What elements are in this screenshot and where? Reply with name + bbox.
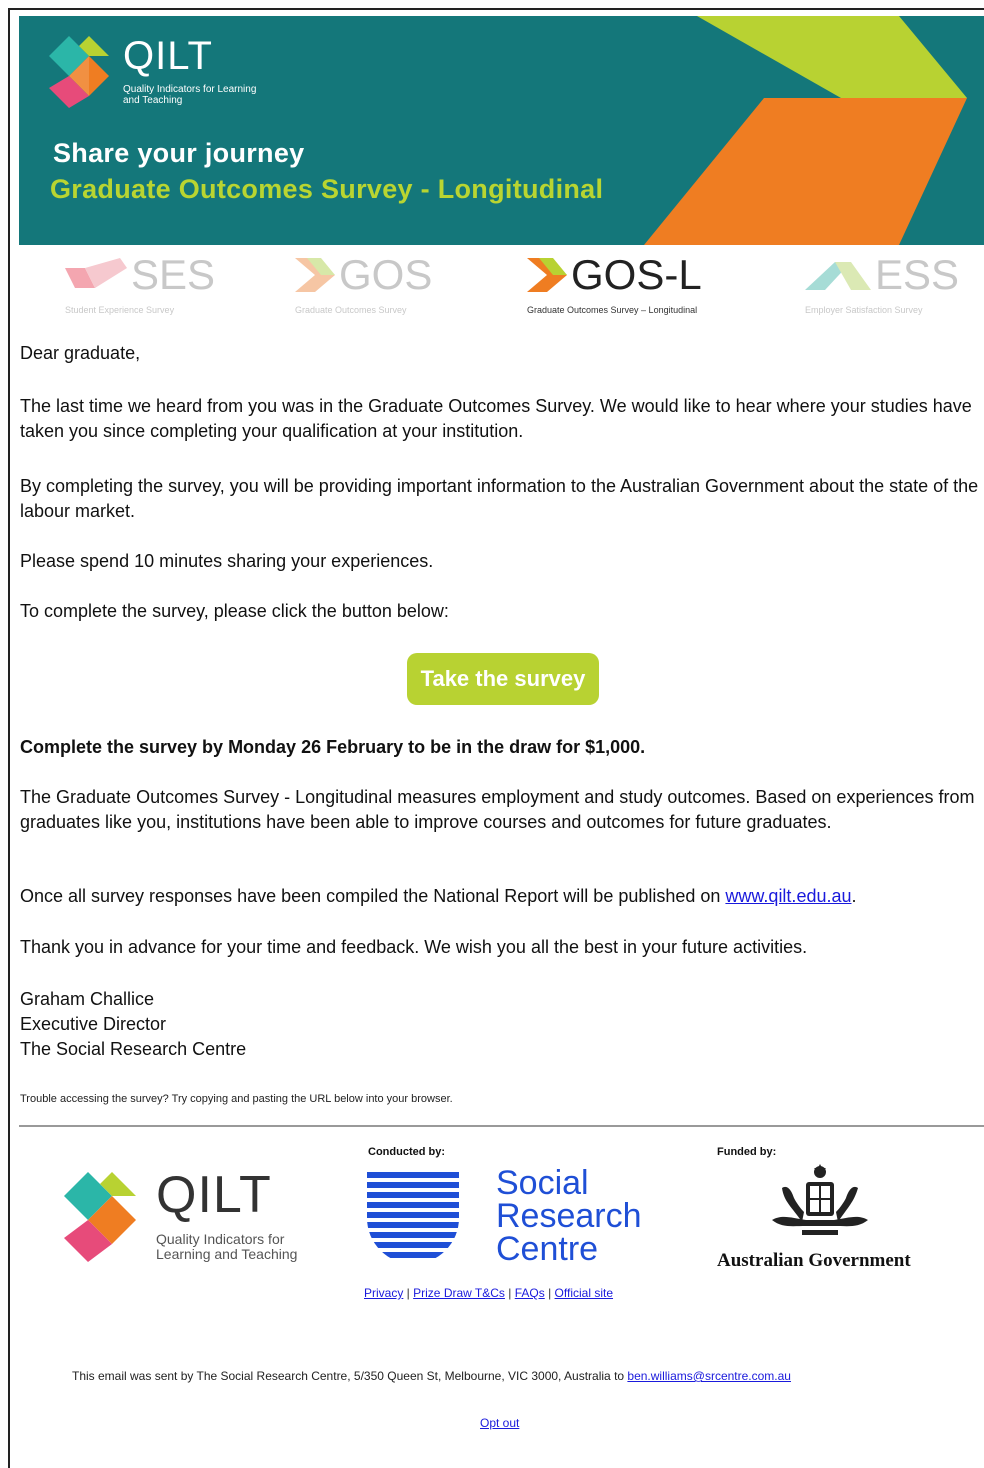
footer-divider bbox=[19, 1125, 984, 1127]
footer-links: Privacy | Prize Draw T&Cs | FAQs | Offic… bbox=[364, 1286, 613, 1300]
gosl-logo: GOS-L Graduate Outcomes Survey – Longitu… bbox=[527, 250, 747, 320]
conducted-by-label: Conducted by: bbox=[368, 1146, 445, 1158]
australian-government-text: Australian Government bbox=[717, 1250, 911, 1271]
footer-qilt-tagline: Quality Indicators for Learning and Teac… bbox=[156, 1231, 298, 1262]
ess-full-name: Employer Satisfaction Survey bbox=[805, 305, 923, 315]
footer-qilt-brand: QILT bbox=[156, 1166, 272, 1224]
qilt-brand-text: QILT bbox=[123, 34, 213, 78]
banner-title: Share your journey bbox=[53, 138, 305, 168]
banner-subtitle: Graduate Outcomes Survey - Longitudinal bbox=[50, 174, 604, 204]
paragraph-thank-you: Thank you in advance for your time and f… bbox=[20, 937, 808, 957]
opt-out-link[interactable]: Opt out bbox=[480, 1416, 519, 1430]
src-name-line3: Centre bbox=[496, 1230, 599, 1268]
ess-mark-icon bbox=[805, 262, 871, 290]
paragraph-ten-minutes: Please spend 10 minutes sharing your exp… bbox=[20, 551, 434, 571]
link-separator: | bbox=[504, 1286, 515, 1300]
gos-abbr: GOS bbox=[339, 251, 433, 298]
src-name-line2: Research bbox=[496, 1197, 642, 1235]
src-name: Social Research Centre bbox=[496, 1164, 642, 1268]
paragraph-click-below: To complete the survey, please click the… bbox=[20, 601, 449, 621]
gos-mark-icon bbox=[295, 258, 335, 292]
take-survey-button[interactable]: Take the survey bbox=[407, 653, 599, 705]
ses-full-name: Student Experience Survey bbox=[65, 305, 175, 315]
ess-abbr: ESS bbox=[875, 251, 960, 298]
qilt-logo-icon bbox=[49, 36, 109, 108]
funded-by-label: Funded by: bbox=[717, 1146, 777, 1158]
header-banner: QILT Quality Indicators for Learning and… bbox=[19, 16, 984, 245]
sent-by-text: This email was sent by The Social Resear… bbox=[72, 1369, 628, 1383]
paragraph-national-report: Once all survey responses have been comp… bbox=[20, 884, 980, 909]
paragraph-survey-description: The Graduate Outcomes Survey - Longitudi… bbox=[20, 787, 975, 832]
privacy-link[interactable]: Privacy bbox=[364, 1286, 403, 1300]
gos-logo: GOS Graduate Outcomes Survey bbox=[295, 250, 495, 320]
qilt-tagline: Quality Indicators for Learning and Teac… bbox=[123, 84, 257, 106]
ses-logo: SES Student Experience Survey bbox=[65, 250, 265, 320]
ess-logo: ESS Employer Satisfaction Survey bbox=[805, 250, 975, 320]
paragraph-importance: By completing the survey, you will be pr… bbox=[20, 476, 979, 521]
gosl-full-name: Graduate Outcomes Survey – Longitudinal bbox=[527, 305, 698, 315]
official-site-link[interactable]: Official site bbox=[555, 1286, 613, 1300]
src-logo-icon bbox=[367, 1172, 459, 1258]
signature-org: The Social Research Centre bbox=[20, 1039, 247, 1059]
national-report-text: Once all survey responses have been comp… bbox=[20, 886, 726, 906]
greeting: Dear graduate, bbox=[20, 343, 141, 363]
opt-out: Opt out bbox=[480, 1416, 519, 1430]
gosl-abbr: GOS-L bbox=[571, 251, 702, 298]
ses-mark-icon bbox=[65, 258, 127, 288]
paragraph-last-time: The last time we heard from you was in t… bbox=[20, 396, 972, 441]
ses-abbr: SES bbox=[131, 251, 216, 298]
australian-coat-of-arms-icon bbox=[772, 1164, 868, 1235]
recipient-email-link[interactable]: ben.williams@srcentre.com.au bbox=[627, 1369, 791, 1383]
signature-name: Graham Challice bbox=[20, 989, 155, 1009]
survey-logos-row: SES Student Experience Survey GOS Gradua… bbox=[19, 250, 984, 320]
link-separator: | bbox=[403, 1286, 414, 1300]
gos-full-name: Graduate Outcomes Survey bbox=[295, 305, 407, 315]
national-report-end: . bbox=[851, 886, 857, 906]
sent-by-notice: This email was sent by The Social Resear… bbox=[72, 1369, 791, 1383]
footer-qilt-logo-icon bbox=[64, 1172, 136, 1262]
trouble-accessing-note: Trouble accessing the survey? Try copyin… bbox=[20, 1093, 453, 1105]
signature-title: Executive Director bbox=[20, 1014, 167, 1034]
qilt-website-link[interactable]: www.qilt.edu.au bbox=[725, 886, 851, 906]
gosl-mark-icon bbox=[527, 258, 567, 292]
src-name-line1: Social bbox=[496, 1164, 589, 1202]
prize-draw-terms-link[interactable]: Prize Draw T&Cs bbox=[413, 1286, 505, 1300]
faqs-link[interactable]: FAQs bbox=[515, 1286, 545, 1300]
link-separator: | bbox=[544, 1286, 555, 1300]
deadline-notice: Complete the survey by Monday 26 Februar… bbox=[20, 737, 646, 757]
